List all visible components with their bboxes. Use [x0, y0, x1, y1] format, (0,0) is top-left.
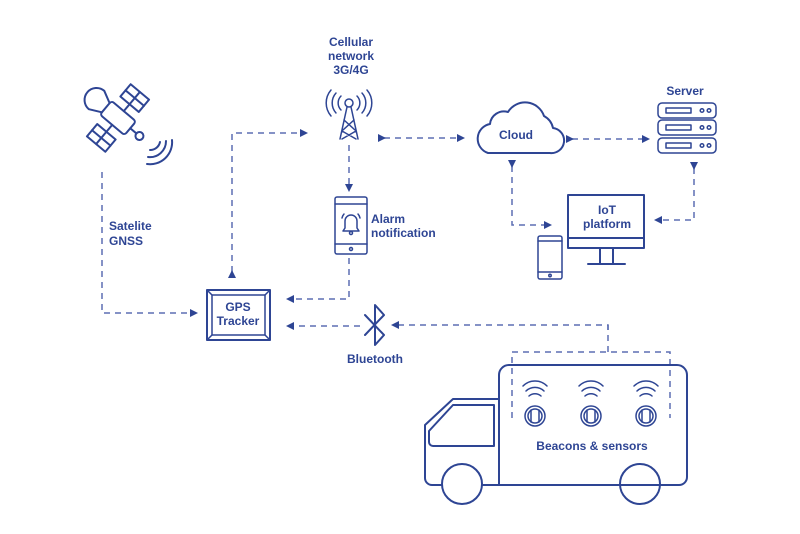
alarm-to-tracker-link	[286, 258, 350, 303]
connectors	[101, 129, 698, 418]
satellite-icon	[83, 83, 174, 166]
beacons	[522, 380, 659, 427]
tracker-label: GPS	[225, 300, 250, 314]
tracker-label-2: Tracker	[217, 314, 260, 328]
beacon-icon	[633, 380, 659, 427]
phone-bell-icon	[334, 196, 368, 255]
satellite-label: Satelite	[109, 219, 152, 233]
iot-label: IoT	[598, 203, 617, 217]
alarm-label-2: notification	[371, 226, 436, 240]
alarm-label: Alarm	[371, 212, 405, 226]
beacons-group-outline	[511, 325, 671, 418]
server-label: Server	[666, 84, 704, 98]
cloud-to-iot-link	[508, 160, 552, 229]
cellular-label: Cellular	[329, 35, 373, 49]
truck-icon	[424, 364, 688, 505]
beacons-label: Beacons & sensors	[536, 439, 648, 453]
cellular-label-2: network	[328, 49, 374, 63]
server-icon	[657, 102, 717, 154]
small-phone-icon	[537, 235, 563, 280]
beacon-icon	[578, 380, 604, 427]
server-to-iot-link	[654, 162, 698, 224]
tracker-to-tower-link	[228, 129, 308, 278]
cell-tower-icon	[325, 89, 373, 140]
bluetooth-label: Bluetooth	[347, 352, 403, 366]
iot-label-2: platform	[583, 217, 631, 231]
beacon-icon	[522, 380, 548, 427]
iot-tracking-diagram: Satelite GNSS Cellular network 3G/4G Ala…	[0, 0, 800, 534]
cloud-label: Cloud	[499, 128, 533, 142]
satellite-label-2: GNSS	[109, 234, 143, 248]
bluetooth-icon	[364, 304, 385, 346]
diagram-canvas: Satelite GNSS Cellular network 3G/4G Ala…	[83, 35, 717, 505]
cellular-label-3: 3G/4G	[333, 63, 368, 77]
beacons-to-bluetooth-link	[391, 321, 609, 330]
